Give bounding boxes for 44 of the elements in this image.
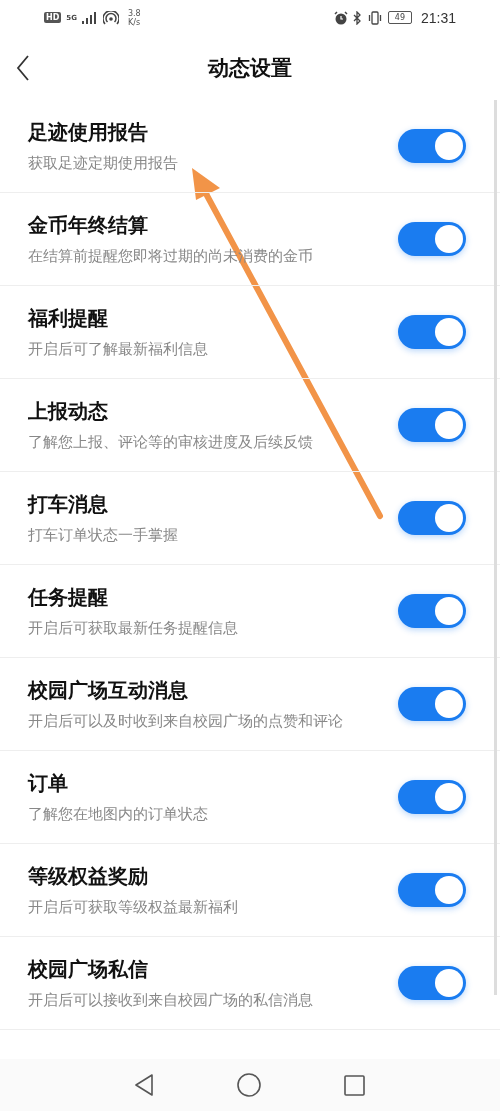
bluetooth-icon (352, 10, 362, 25)
toggle-switch[interactable] (398, 780, 466, 814)
recents-nav-icon[interactable] (344, 1074, 365, 1096)
toggle-switch[interactable] (398, 315, 466, 349)
setting-title: 福利提醒 (28, 306, 109, 330)
battery-icon: 49 (387, 11, 412, 24)
setting-title: 订单 (28, 771, 69, 795)
page-title: 动态设置 (208, 54, 292, 82)
toggle-switch[interactable] (398, 966, 466, 1000)
back-nav-icon[interactable] (134, 1074, 154, 1096)
hotspot-icon (102, 10, 119, 25)
toggle-switch[interactable] (398, 501, 466, 535)
toggle-switch[interactable] (398, 594, 466, 628)
setting-description: 开启后可以接收到来自校园广场的私信消息 (28, 991, 313, 1009)
setting-description: 开启后可以及时收到来自校园广场的点赞和评论 (28, 712, 343, 730)
setting-description: 了解您上报、评论等的审核进度及后续反馈 (28, 433, 313, 451)
setting-description: 打车订单状态一手掌握 (28, 526, 178, 544)
toggle-switch[interactable] (398, 129, 466, 163)
toggle-switch[interactable] (398, 222, 466, 256)
alarm-icon (333, 10, 348, 25)
toggle-switch[interactable] (398, 873, 466, 907)
hd-badge: HD (44, 12, 62, 23)
setting-description: 开启后可获取等级权益最新福利 (28, 898, 238, 916)
setting-title: 打车消息 (28, 492, 109, 516)
back-button[interactable] (16, 55, 30, 81)
setting-description: 开启后可了解最新福利信息 (28, 340, 208, 358)
toggle-switch[interactable] (398, 408, 466, 442)
speed-unit: K/s (127, 17, 141, 27)
setting-description: 获取足迹定期使用报告 (28, 154, 178, 172)
setting-title: 等级权益奖励 (28, 864, 149, 888)
vibrate-icon (366, 10, 383, 25)
setting-title: 任务提醒 (28, 585, 109, 609)
home-nav-icon[interactable] (237, 1073, 261, 1097)
setting-description: 开启后可获取最新任务提醒信息 (28, 619, 238, 637)
signal-icon (81, 11, 98, 24)
setting-description: 了解您在地图内的订单状态 (28, 805, 208, 823)
setting-title: 金币年终结算 (28, 213, 149, 237)
setting-title: 校园广场互动消息 (28, 678, 189, 702)
setting-title: 足迹使用报告 (28, 120, 149, 144)
setting-title: 上报动态 (28, 399, 109, 423)
setting-title: 校园广场私信 (28, 957, 149, 981)
speed-value: 3.8 (127, 8, 141, 18)
toggle-switch[interactable] (398, 687, 466, 721)
clock-time: 21:31 (420, 9, 456, 26)
